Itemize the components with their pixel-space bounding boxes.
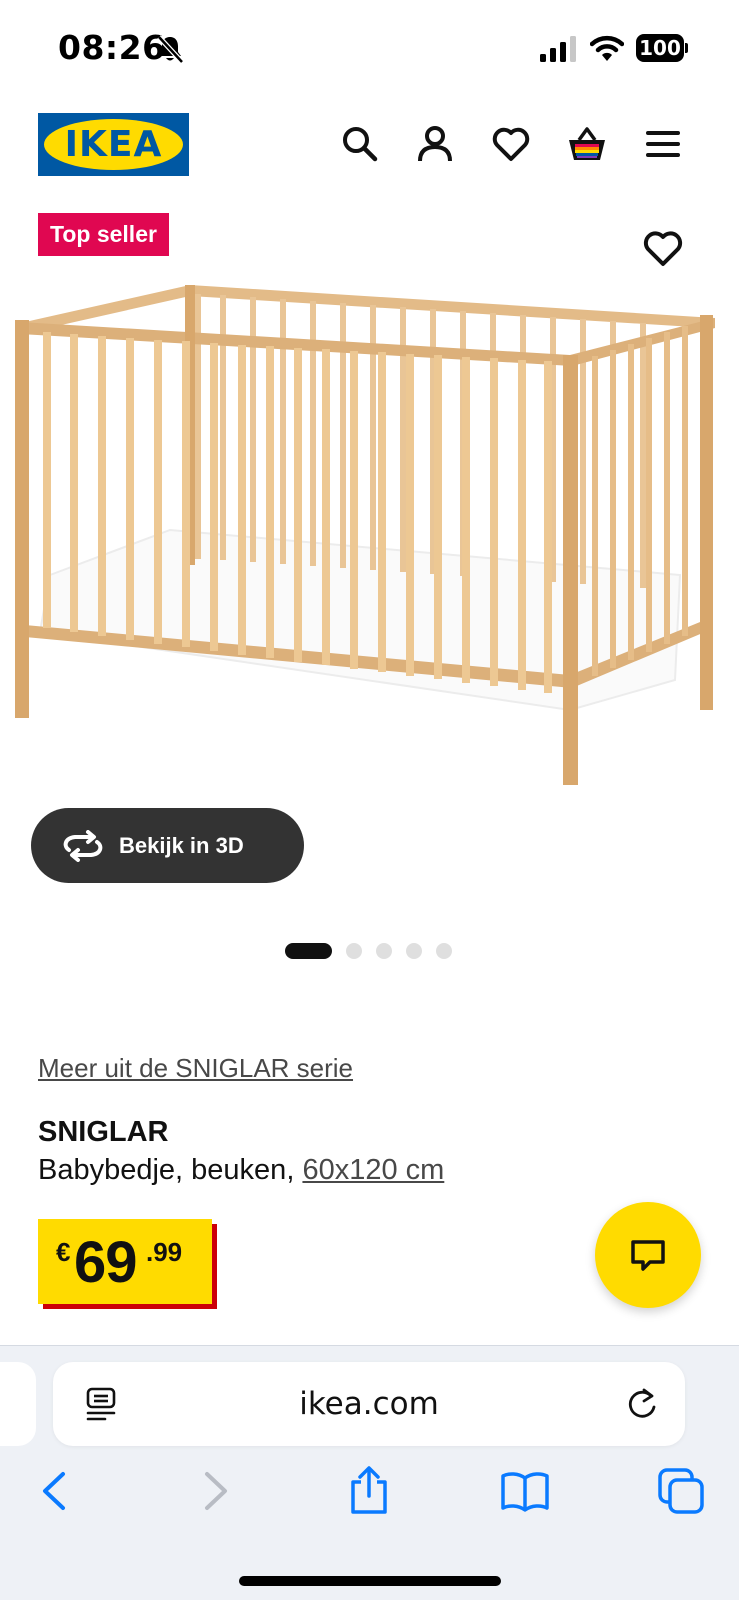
previous-tab-preview[interactable] xyxy=(0,1362,36,1446)
top-seller-badge: Top seller xyxy=(38,213,169,256)
series-link[interactable]: Meer uit de SNIGLAR serie xyxy=(38,1053,353,1084)
gallery-dot[interactable] xyxy=(436,943,452,959)
browser-toolbar: ikea.com xyxy=(0,1345,739,1600)
gallery-dot[interactable] xyxy=(376,943,392,959)
price-currency: € xyxy=(56,1237,71,1267)
view-in-3d-label: Bekijk in 3D xyxy=(119,832,244,858)
product-image-crib[interactable] xyxy=(10,280,730,810)
battery-tip xyxy=(685,43,688,53)
gallery-dot[interactable] xyxy=(346,943,362,959)
chat-button[interactable] xyxy=(595,1202,701,1308)
price-integer: 69 xyxy=(74,1230,138,1295)
price-decimals: .99 xyxy=(146,1237,183,1267)
site-header: IKEA xyxy=(0,96,739,206)
search-icon[interactable] xyxy=(340,124,380,164)
bookmarks-icon[interactable] xyxy=(500,1466,550,1516)
product-description: Babybedje, beuken, 60x120 cm xyxy=(38,1154,444,1187)
home-indicator xyxy=(239,1576,501,1586)
address-bar[interactable]: ikea.com xyxy=(53,1362,685,1446)
menu-icon[interactable] xyxy=(643,124,683,164)
status-bar: 08:26 100 xyxy=(0,0,739,96)
view-in-3d-button[interactable]: Bekijk in 3D xyxy=(31,808,304,883)
price-tag: € 69 .99 xyxy=(38,1219,212,1304)
rotate-3d-icon xyxy=(63,829,103,862)
product-name: SNIGLAR xyxy=(38,1116,169,1148)
wifi-icon xyxy=(590,35,624,61)
basket-icon[interactable] xyxy=(567,124,607,164)
product-size-link[interactable]: 60x120 cm xyxy=(302,1154,444,1186)
chat-bubble-icon xyxy=(631,1240,665,1271)
gallery-dot[interactable] xyxy=(406,943,422,959)
bell-off-icon xyxy=(157,35,184,64)
gallery-pagination xyxy=(285,943,466,959)
page: 08:26 100 IKEA Top seller Bekijk in 3D M… xyxy=(0,0,739,1600)
product-description-text: Babybedje, beuken, xyxy=(38,1154,303,1186)
signal-icon xyxy=(540,36,576,62)
account-icon[interactable] xyxy=(415,124,455,164)
forward-icon[interactable] xyxy=(190,1466,240,1516)
share-icon[interactable] xyxy=(344,1466,394,1516)
battery-level: 100 xyxy=(636,34,684,62)
gallery-dot[interactable] xyxy=(285,943,332,959)
ikea-logo[interactable]: IKEA xyxy=(38,113,189,176)
back-icon[interactable] xyxy=(30,1466,80,1516)
battery-indicator: 100 xyxy=(636,34,688,62)
reload-icon[interactable] xyxy=(625,1386,659,1422)
url-text: ikea.com xyxy=(299,1386,439,1422)
add-to-favourites-heart-icon[interactable] xyxy=(642,228,684,270)
tabs-icon[interactable] xyxy=(656,1466,706,1516)
logo-wordmark: IKEA xyxy=(64,124,163,165)
favourites-icon[interactable] xyxy=(491,124,531,164)
status-time: 08:26 xyxy=(58,28,166,67)
